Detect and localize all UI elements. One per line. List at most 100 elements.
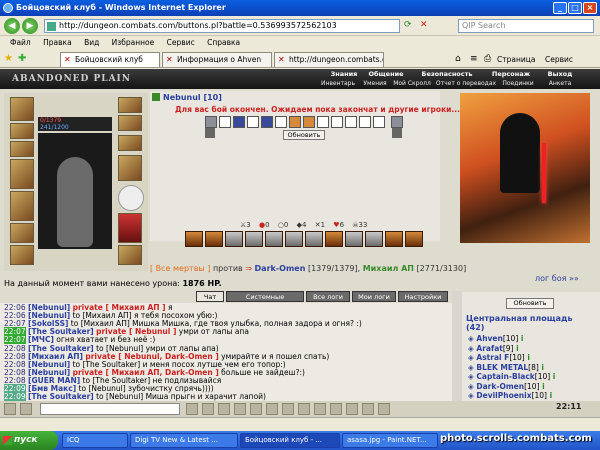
spell-icon[interactable] (305, 231, 323, 247)
task-combats[interactable]: Бойцовский клуб - ... (240, 433, 340, 448)
spell-icon[interactable] (345, 231, 363, 247)
filter-icon[interactable] (234, 403, 246, 415)
user-info-icon[interactable]: i (550, 372, 556, 381)
spell-icon[interactable] (285, 231, 303, 247)
translit-icon[interactable] (202, 403, 214, 415)
menu-skills[interactable]: Умения (360, 79, 390, 88)
ring-slot[interactable] (118, 97, 142, 113)
hand-icon[interactable] (266, 403, 278, 415)
print-icon[interactable]: ⎙ (484, 54, 491, 64)
tab-system-messages[interactable]: Системные сообщения (226, 291, 304, 311)
forward-button[interactable]: ▶ (22, 18, 38, 34)
online-user[interactable]: ◈ Captain-Black[10] i (468, 372, 555, 381)
search-input[interactable]: QIP Search (458, 19, 594, 33)
menu-knowledge[interactable]: Знания (324, 70, 364, 79)
feeds-icon[interactable]: ≡ (470, 54, 478, 64)
weapon-slot[interactable] (10, 159, 34, 189)
attach-icon[interactable] (250, 403, 262, 415)
minimize-button[interactable]: _ (553, 2, 567, 14)
spell-icon[interactable] (225, 231, 243, 247)
emoticon-icon[interactable] (4, 403, 16, 415)
shield-icon[interactable] (261, 116, 273, 128)
online-user[interactable]: ◈ Ahven[10] i (468, 334, 523, 343)
online-user[interactable]: ◈ Arafat[9] i (468, 344, 519, 353)
scroll-icon[interactable] (289, 116, 301, 128)
user-name[interactable]: Dark-Omen (476, 382, 524, 391)
tab-chat[interactable]: Чат (196, 291, 224, 302)
enemy-name[interactable]: Dark-Omen (255, 264, 306, 273)
start-button[interactable]: пуск (0, 431, 58, 450)
menu-scroll[interactable]: Мой Скролл (390, 79, 434, 88)
menu-character[interactable]: Персонаж (486, 70, 536, 79)
task-icq[interactable]: ICQ (62, 433, 128, 448)
maximize-button[interactable]: □ (568, 2, 582, 14)
home-icon[interactable]: ⌂ (455, 54, 461, 64)
favorites-star-icon[interactable]: ★ (4, 53, 13, 64)
online-user[interactable]: ◈ BLEK METAL[8] i (468, 363, 544, 372)
menu-communication[interactable]: Общение (364, 70, 408, 79)
smile-icon[interactable] (218, 403, 230, 415)
menu-favorites[interactable]: Избранное (112, 38, 155, 47)
armor-icon[interactable] (391, 116, 403, 128)
boots-slot[interactable] (118, 245, 142, 265)
user-info-icon[interactable]: i (540, 382, 545, 391)
user-name[interactable]: BLEK METAL (476, 363, 528, 372)
ring3-slot[interactable] (118, 135, 142, 151)
online-user[interactable]: ◈ Dark-Omen[10] i (468, 382, 545, 391)
task-paint[interactable]: asasa.jpg - Paint.NET... (342, 433, 438, 448)
tools-menu[interactable]: Сервис (545, 55, 573, 64)
armor-icon[interactable] (205, 116, 217, 128)
tab-combats[interactable]: ✕ Бойцовский клуб (60, 52, 160, 67)
chat-input[interactable] (40, 403, 180, 415)
back-button[interactable]: ◀ (4, 18, 20, 34)
shield-slot[interactable] (118, 185, 144, 211)
menu-transfers[interactable]: Отчет о переводах (434, 79, 498, 88)
spell-icon[interactable] (325, 231, 343, 247)
chat-time[interactable]: 22:09 (4, 392, 26, 401)
spell-icon[interactable] (385, 231, 403, 247)
legs-slot[interactable] (118, 213, 142, 243)
gloves-slot[interactable] (10, 245, 34, 265)
menu-view[interactable]: Вид (84, 38, 99, 47)
menu-profile[interactable]: Анкета (540, 79, 580, 88)
spell-icon[interactable] (265, 231, 283, 247)
user-info-icon[interactable]: i (514, 344, 519, 353)
user-name[interactable]: Ahven (476, 334, 502, 343)
tab-settings[interactable]: Настройки (398, 291, 448, 302)
menu-fights[interactable]: Поединки (498, 79, 538, 88)
map-icon[interactable] (298, 403, 310, 415)
page-menu[interactable]: Страница (497, 55, 535, 64)
tab-info[interactable]: ✕ Информация о Ahven (162, 52, 272, 67)
menu-security[interactable]: Безопасность (416, 70, 478, 79)
send-icon[interactable] (186, 403, 198, 415)
spell-icon[interactable] (245, 231, 263, 247)
user-name[interactable]: Astral F (476, 353, 509, 362)
shield-icon[interactable] (233, 116, 245, 128)
go-icon[interactable]: ⟳ (404, 20, 412, 30)
menu-help[interactable]: Справка (207, 38, 240, 47)
user-name[interactable]: Arafat (476, 344, 502, 353)
tab-my-logs[interactable]: Мои логи (352, 291, 396, 302)
gauntlet-slot[interactable] (118, 155, 142, 181)
user-info-icon[interactable]: i (518, 334, 524, 343)
user-name[interactable]: Captain-Black (476, 372, 534, 381)
address-input[interactable]: http://dungeon.combats.com/buttons.pl?ba… (44, 19, 400, 33)
bag-icon[interactable] (314, 403, 326, 415)
chat-sender[interactable]: [The Soultaker] (28, 392, 94, 401)
book-icon[interactable] (330, 403, 342, 415)
mail-icon[interactable] (346, 403, 358, 415)
helmet-slot[interactable] (10, 97, 34, 121)
close-button[interactable]: × (583, 2, 597, 14)
online-user[interactable]: ◈ DevilPhoenix[10] i (468, 391, 552, 400)
add-favorite-icon[interactable]: ✚ (18, 53, 26, 64)
menu-inventory[interactable]: Инвентарь (316, 79, 360, 88)
menu-exit[interactable]: Выход (540, 70, 580, 79)
spell-icon[interactable] (205, 231, 223, 247)
user-info-icon[interactable]: i (525, 353, 530, 362)
refresh-battle-button[interactable]: Обновить (283, 130, 325, 140)
menu-edit[interactable]: Правка (43, 38, 72, 47)
user-info-icon[interactable]: i (547, 391, 553, 400)
user-name[interactable]: DevilPhoenix (476, 391, 531, 400)
users-icon[interactable] (362, 403, 374, 415)
user-info-icon[interactable]: i (539, 363, 544, 372)
